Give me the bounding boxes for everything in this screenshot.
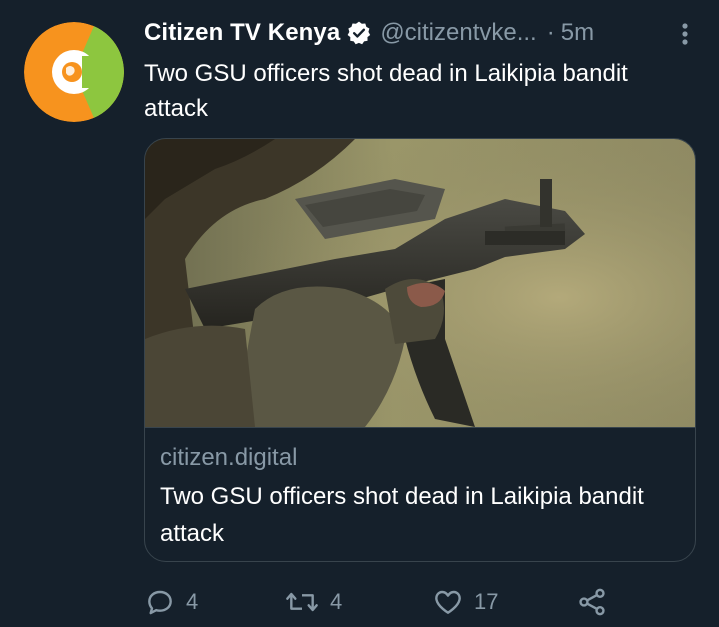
timestamp[interactable]: 5m [561,19,594,47]
share-button[interactable] [576,584,608,620]
citizen-tv-logo-icon [24,22,124,122]
card-domain: citizen.digital [160,444,298,471]
retweet-icon [286,592,318,612]
verified-badge-icon [346,20,372,46]
separator-dot: · [546,19,555,46]
tweet-text: Two GSU officers shot dead in Laikipia b… [144,60,628,122]
card-title: Two GSU officers shot dead in Laikipia b… [160,483,644,547]
action-bar: 4 4 17 [144,584,704,620]
rifle-photo-icon [145,139,695,427]
reply-button[interactable]: 4 [144,584,198,620]
display-name[interactable]: Citizen TV Kenya [144,19,340,47]
link-card[interactable]: citizen.digital Two GSU officers shot de… [144,138,696,562]
retweet-count: 4 [330,589,343,614]
like-count: 17 [474,589,499,614]
reply-count: 4 [186,589,199,614]
like-button[interactable]: 17 [432,584,498,620]
tweet-header: Citizen TV Kenya @citizentvke... · 5m [144,14,695,52]
heart-icon [435,590,461,614]
tweet[interactable]: Citizen TV Kenya @citizentvke... · 5m Tw… [0,0,719,627]
retweet-button[interactable]: 4 [284,584,342,620]
reply-icon [148,590,172,615]
more-options-icon[interactable] [675,20,695,48]
card-image[interactable] [145,139,695,428]
share-icon [579,588,605,616]
handle[interactable]: @citizentvke... [380,19,536,47]
avatar[interactable] [24,22,124,122]
